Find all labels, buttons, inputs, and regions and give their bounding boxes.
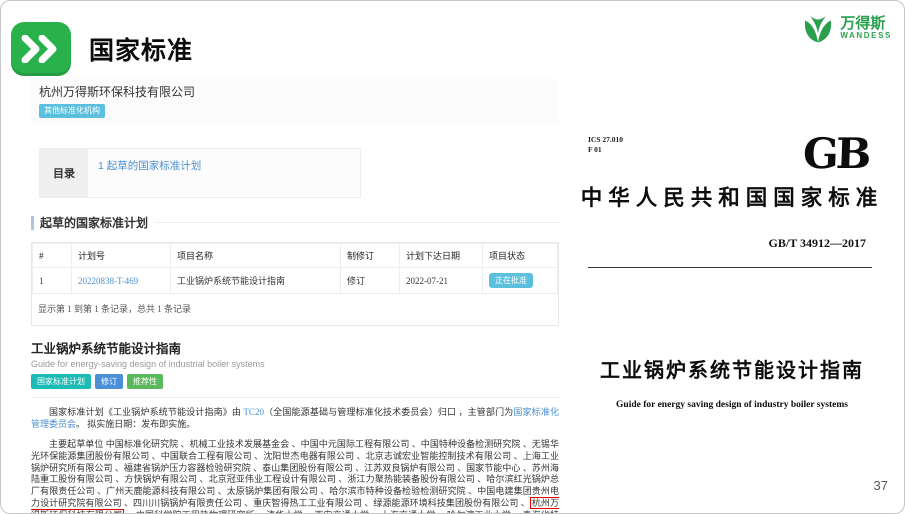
- leaf-icon: [801, 11, 835, 45]
- section-header: 起草的国家标准计划: [31, 214, 559, 231]
- standard-subtitle-en: Guide for energy-saving design of indust…: [31, 359, 559, 369]
- paragraph-plan-info: 国家标准计划《工业锅炉系统节能设计指南》由 TC20（全国能源基础与管理标准化技…: [31, 407, 559, 431]
- ics-code: ICS 27.010 F 01: [588, 135, 623, 155]
- section-title: 起草的国家标准计划: [40, 214, 148, 231]
- page-title: 国家标准: [89, 31, 193, 67]
- col-status: 项目状态: [483, 244, 558, 268]
- cover-rule-line: [588, 267, 872, 268]
- p1-text2: （全国能源基础与管理标准化技术委员会）归口 ，主管部门为: [264, 407, 513, 417]
- cell-index: 1: [33, 268, 72, 294]
- status-badge: 正在批准: [489, 273, 533, 288]
- ics-line1: ICS 27.010: [588, 135, 623, 145]
- cell-project-name: 工业锅炉系统节能设计指南: [171, 268, 341, 294]
- plans-table-container: # 计划号 项目名称 制修订 计划下达日期 项目状态 1 20220838-T-…: [31, 242, 559, 326]
- standard-code: GB/T 34912—2017: [566, 236, 898, 251]
- toc-label: 目录: [40, 149, 88, 197]
- standard-tags: 国家标准计划 修订 推荐性: [31, 374, 559, 389]
- standard-title: 工业锅炉系统节能设计指南: [31, 338, 559, 357]
- ics-line2: F 01: [588, 145, 623, 155]
- table-header-row: # 计划号 项目名称 制修订 计划下达日期 项目状态: [33, 244, 558, 268]
- standard-divider: [31, 397, 559, 398]
- tag-recommended: 推荐性: [127, 374, 163, 389]
- cover-standard-name: 工业锅炉系统节能设计指南: [566, 354, 898, 383]
- standard-info: 工业锅炉系统节能设计指南 Guide for energy-saving des…: [31, 338, 559, 398]
- cover-standard-name-en: Guide for energy saving design of indust…: [566, 400, 898, 410]
- webpage-capture: 杭州万得斯环保科技有限公司 其他标准化机构 目录 1 起草的国家标准计划 起草的…: [31, 79, 559, 514]
- col-project-name: 项目名称: [171, 244, 341, 268]
- tag-national-plan: 国家标准计划: [31, 374, 91, 389]
- standard-paragraphs: 国家标准计划《工业锅炉系统节能设计指南》由 TC20（全国能源基础与管理标准化技…: [31, 407, 559, 514]
- slide-page-number: 37: [874, 478, 888, 493]
- section-divider: [156, 222, 559, 223]
- cell-issue-date: 2022-07-21: [400, 268, 483, 294]
- tag-revision: 修订: [95, 374, 123, 389]
- p1-text3: 。 拟实施日期：发布即实施。: [76, 419, 195, 429]
- cell-revision: 修订: [341, 268, 400, 294]
- section-accent-bar: [31, 216, 34, 230]
- toc-body: 1 起草的国家标准计划: [88, 149, 360, 197]
- brand-name-cn: 万得斯: [840, 16, 892, 32]
- gb-logo: GB: [802, 135, 869, 173]
- toc-link[interactable]: 1 起草的国家标准计划: [98, 160, 201, 172]
- slide: 国家标准 万得斯 WANDESS 杭州万得斯环保科技有限公司 其他标准化机构 目…: [0, 0, 905, 514]
- plans-table: # 计划号 项目名称 制修订 计划下达日期 项目状态 1 20220838-T-…: [32, 243, 558, 294]
- p2-text: 主要起草单位 中国标准化研究院 、机械工业技术发展基金会 、中国中元国际工程有限…: [31, 439, 559, 508]
- paragraph-drafting-units: 主要起草单位 中国标准化研究院 、机械工业技术发展基金会 、中国中元国际工程有限…: [31, 439, 559, 514]
- brand-name-en: WANDESS: [840, 32, 892, 40]
- table-record-count: 显示第 1 到第 1 条记录，总共 1 条记录: [32, 294, 558, 325]
- col-index: #: [33, 244, 72, 268]
- tc20-link[interactable]: TC20: [243, 407, 264, 417]
- col-issue-date: 计划下达日期: [400, 244, 483, 268]
- double-chevron-icon: [11, 22, 71, 76]
- chevrons-svg: [21, 35, 61, 63]
- company-name: 杭州万得斯环保科技有限公司: [39, 83, 551, 100]
- p1-text: 国家标准计划《工业锅炉系统节能设计指南》由: [49, 407, 243, 417]
- col-plan-no: 计划号: [72, 244, 171, 268]
- brand-logo: 万得斯 WANDESS: [801, 11, 892, 45]
- toc-box: 目录 1 起草的国家标准计划: [39, 148, 361, 198]
- col-revision: 制修订: [341, 244, 400, 268]
- gb-standard-cover: ICS 27.010 F 01 GB 中华人民共和国国家标准 GB/T 3491…: [566, 119, 898, 455]
- company-header: 杭州万得斯环保科技有限公司 其他标准化机构: [31, 79, 559, 124]
- company-tag-badge: 其他标准化机构: [39, 104, 105, 118]
- cover-title: 中华人民共和国国家标准: [566, 181, 898, 212]
- table-row: 1 20220838-T-469 工业锅炉系统节能设计指南 修订 2022-07…: [33, 268, 558, 294]
- plan-no-link[interactable]: 20220838-T-469: [78, 276, 138, 286]
